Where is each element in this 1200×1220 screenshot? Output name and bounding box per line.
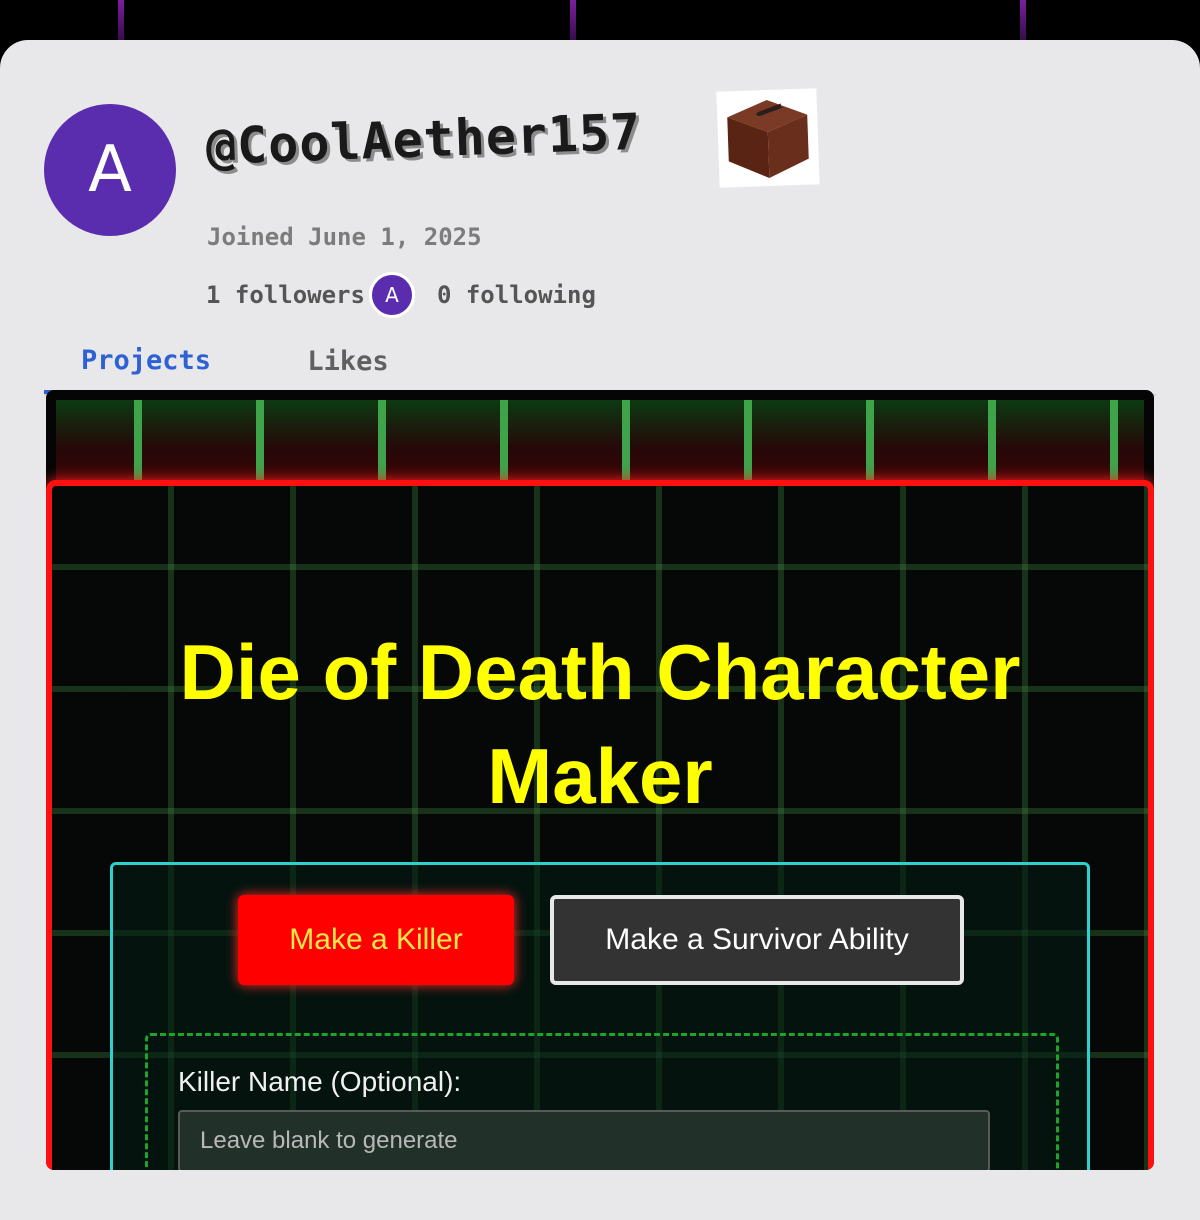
username: @CoolAether157: [204, 102, 643, 176]
tab-projects[interactable]: Projects: [44, 330, 248, 394]
make-survivor-ability-button[interactable]: Make a Survivor Ability: [550, 895, 964, 985]
avatar[interactable]: A: [44, 104, 176, 236]
project-title: Die of Death Character Maker: [46, 620, 1154, 828]
project-title-line1: Die of Death Character: [179, 628, 1021, 716]
profile-tabs: Projects Likes: [44, 330, 1156, 396]
killer-name-input[interactable]: [178, 1110, 990, 1170]
following-count[interactable]: 0 following: [437, 281, 596, 309]
note-block-icon: [716, 88, 820, 188]
follower-avatar[interactable]: A: [368, 272, 415, 318]
killer-form: Killer Name (Optional):: [145, 1033, 1059, 1170]
project-title-line2: Maker: [487, 732, 713, 820]
followers-count[interactable]: 1 followers: [206, 281, 365, 309]
maker-panel: Make a Killer Make a Survivor Ability Ki…: [110, 862, 1090, 1170]
card-header-grid: [56, 400, 1144, 480]
killer-name-label: Killer Name (Optional):: [178, 1066, 462, 1097]
make-killer-button[interactable]: Make a Killer: [238, 895, 514, 985]
follow-stats: 1 followers A 0 following: [206, 272, 596, 318]
project-card[interactable]: Die of Death Character Maker Make a Kill…: [46, 390, 1154, 1170]
join-date: Joined June 1, 2025: [207, 223, 482, 251]
tab-likes[interactable]: Likes: [248, 330, 448, 392]
